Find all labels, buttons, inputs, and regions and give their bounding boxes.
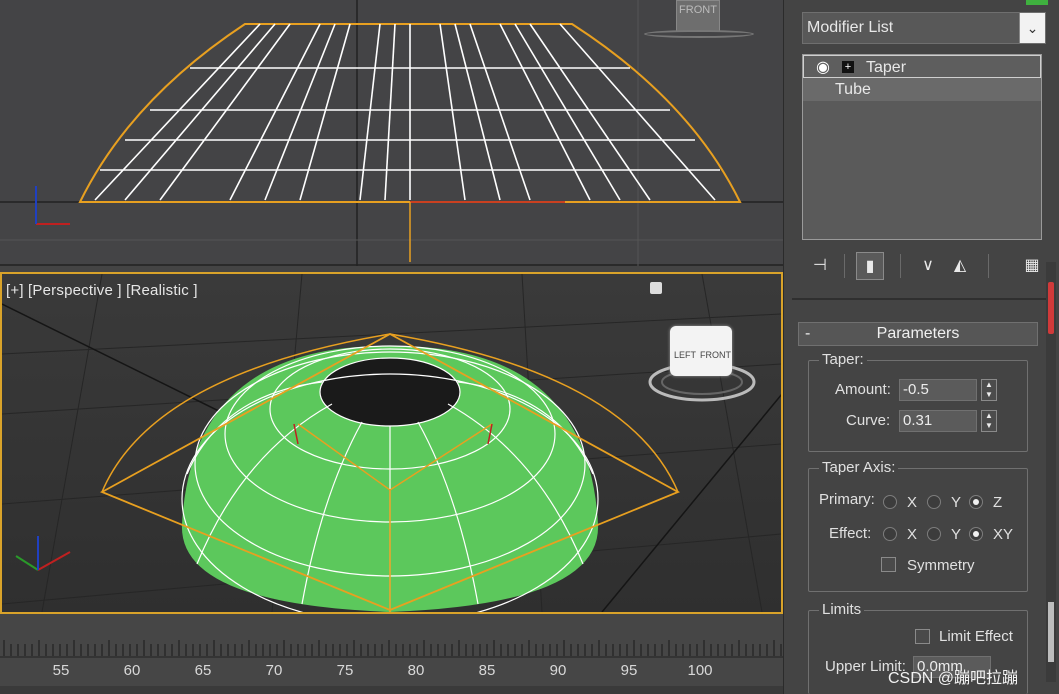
taper-axis-title: Taper Axis: [819, 459, 899, 476]
view-cube-front-face-label: FRONT [700, 350, 731, 360]
effect-radio-x[interactable] [883, 527, 897, 541]
toolbar-separator [900, 254, 901, 278]
timeline-tick-label: 85 [478, 662, 496, 679]
taper-axis-group: Taper Axis: Primary: X Y Z Effect: X Y X… [808, 459, 1028, 592]
remove-modifier-icon[interactable]: ◭ [946, 252, 974, 280]
primary-y-label: Y [951, 494, 962, 511]
taper-group: Taper: Amount: -0.5 ▲ ▼ Curve: 0.31 ▲ ▼ [808, 351, 1028, 452]
command-panel: Modifier List ⌄ ◉ + Taper Tube ⊣ ▮ ∨ ◭ ▦ [783, 0, 1059, 694]
primary-x-label: X [907, 494, 918, 511]
timeline-ruler[interactable] [0, 638, 783, 658]
pin-stack-icon[interactable]: ⊣ [806, 252, 834, 280]
effect-y-label: Y [951, 526, 962, 543]
timeline-tick-label: 60 [123, 662, 141, 679]
scroll-thumb[interactable] [1048, 602, 1054, 662]
timeline-tick-label: 70 [265, 662, 283, 679]
limit-effect-checkbox[interactable] [915, 629, 930, 644]
panel-divider [792, 298, 1048, 300]
toolbar-separator [844, 254, 845, 278]
top-view-cube[interactable]: FRONT [676, 0, 720, 32]
curve-label: Curve: [846, 412, 891, 429]
parameters-title: Parameters [876, 325, 960, 342]
effect-label: Effect: [829, 525, 872, 542]
modifier-list-label: Modifier List [807, 19, 894, 36]
color-swatch[interactable] [1026, 0, 1048, 5]
view-cube-left-label: LEFT [674, 350, 697, 360]
top-viewport-canvas [0, 0, 783, 266]
lightbulb-icon[interactable]: ◉ [816, 56, 830, 79]
panel-scrollbar[interactable] [1046, 262, 1056, 682]
make-unique-icon[interactable]: ∨ [914, 252, 942, 280]
stack-item-tube[interactable]: Tube [803, 78, 1041, 101]
lock-icon[interactable] [650, 282, 662, 294]
expand-plus-icon[interactable]: + [842, 61, 854, 73]
stack-item-tube-label: Tube [835, 81, 871, 98]
symmetry-checkbox[interactable] [881, 557, 896, 572]
primary-radio-y[interactable] [927, 495, 941, 509]
timeline-tick-label: 75 [336, 662, 354, 679]
chevron-down-icon[interactable]: ⌄ [1019, 13, 1045, 43]
modifier-stack[interactable]: ◉ + Taper Tube [802, 54, 1042, 240]
primary-z-label: Z [993, 494, 1003, 511]
top-viewport[interactable]: FRONT [0, 0, 783, 266]
stack-toolbar: ⊣ ▮ ∨ ◭ ▦ [802, 250, 1046, 282]
taper-group-title: Taper: [819, 351, 867, 368]
timeline-tick-label: 95 [620, 662, 638, 679]
toolbar-separator [988, 254, 989, 278]
perspective-viewport[interactable]: [+] [Perspective ] [Realistic ] LEFT FRO… [0, 272, 783, 614]
max-app: FRONT [+] [Perspective] [Realistic] LE… [0, 0, 1059, 694]
persp-axis-gizmo [15, 536, 71, 571]
viewport-label[interactable]: [+] [Perspective ] [Realistic ] [6, 282, 198, 299]
top-view-cube-ring[interactable] [644, 30, 754, 38]
status-bar [0, 686, 783, 694]
effect-radio-xy[interactable] [969, 527, 983, 541]
effect-radio-y[interactable] [927, 527, 941, 541]
stack-item-taper-label: Taper [866, 59, 907, 76]
curve-spinner[interactable]: ▲ ▼ [981, 410, 997, 432]
watermark: CSDN @蹦吧拉蹦 [888, 670, 1019, 687]
limit-effect-label: Limit Effect [939, 628, 1013, 645]
primary-radio-z[interactable] [969, 495, 983, 509]
show-end-result-icon[interactable]: ▮ [856, 252, 884, 280]
perspective-view-cube[interactable]: LEFT FRONT [670, 326, 732, 376]
perspective-viewport-canvas [2, 274, 781, 612]
effect-xy-label: XY [993, 526, 1014, 543]
timeline-tick-label: 55 [52, 662, 70, 679]
timeline-tick-label: 100 [687, 662, 713, 679]
timeline-tick-label: 65 [194, 662, 212, 679]
view-cube-front-label: FRONT [679, 4, 717, 16]
timeline-tick-label: 90 [549, 662, 567, 679]
parameters-rollout-header[interactable]: - Parameters [798, 322, 1038, 346]
amount-field[interactable]: -0.5 [899, 379, 977, 401]
modifier-list-dropdown[interactable]: Modifier List ⌄ [802, 12, 1046, 44]
effect-x-label: X [907, 526, 918, 543]
symmetry-label: Symmetry [907, 557, 975, 574]
primary-label: Primary: [819, 491, 875, 508]
scroll-indicator[interactable] [1048, 282, 1054, 334]
configure-modifier-sets-icon[interactable]: ▦ [1018, 252, 1046, 280]
curve-field[interactable]: 0.31 [899, 410, 977, 432]
amount-spinner[interactable]: ▲ ▼ [981, 379, 997, 401]
timeline-tick-label: 80 [407, 662, 425, 679]
timeline[interactable]: 55 60 65 70 75 80 85 90 95 100 [0, 614, 783, 694]
top-axis-gizmo [35, 186, 70, 225]
limits-title: Limits [819, 601, 865, 618]
primary-radio-x[interactable] [883, 495, 897, 509]
stack-item-taper[interactable]: ◉ + Taper [803, 55, 1041, 78]
amount-label: Amount: [835, 381, 891, 398]
